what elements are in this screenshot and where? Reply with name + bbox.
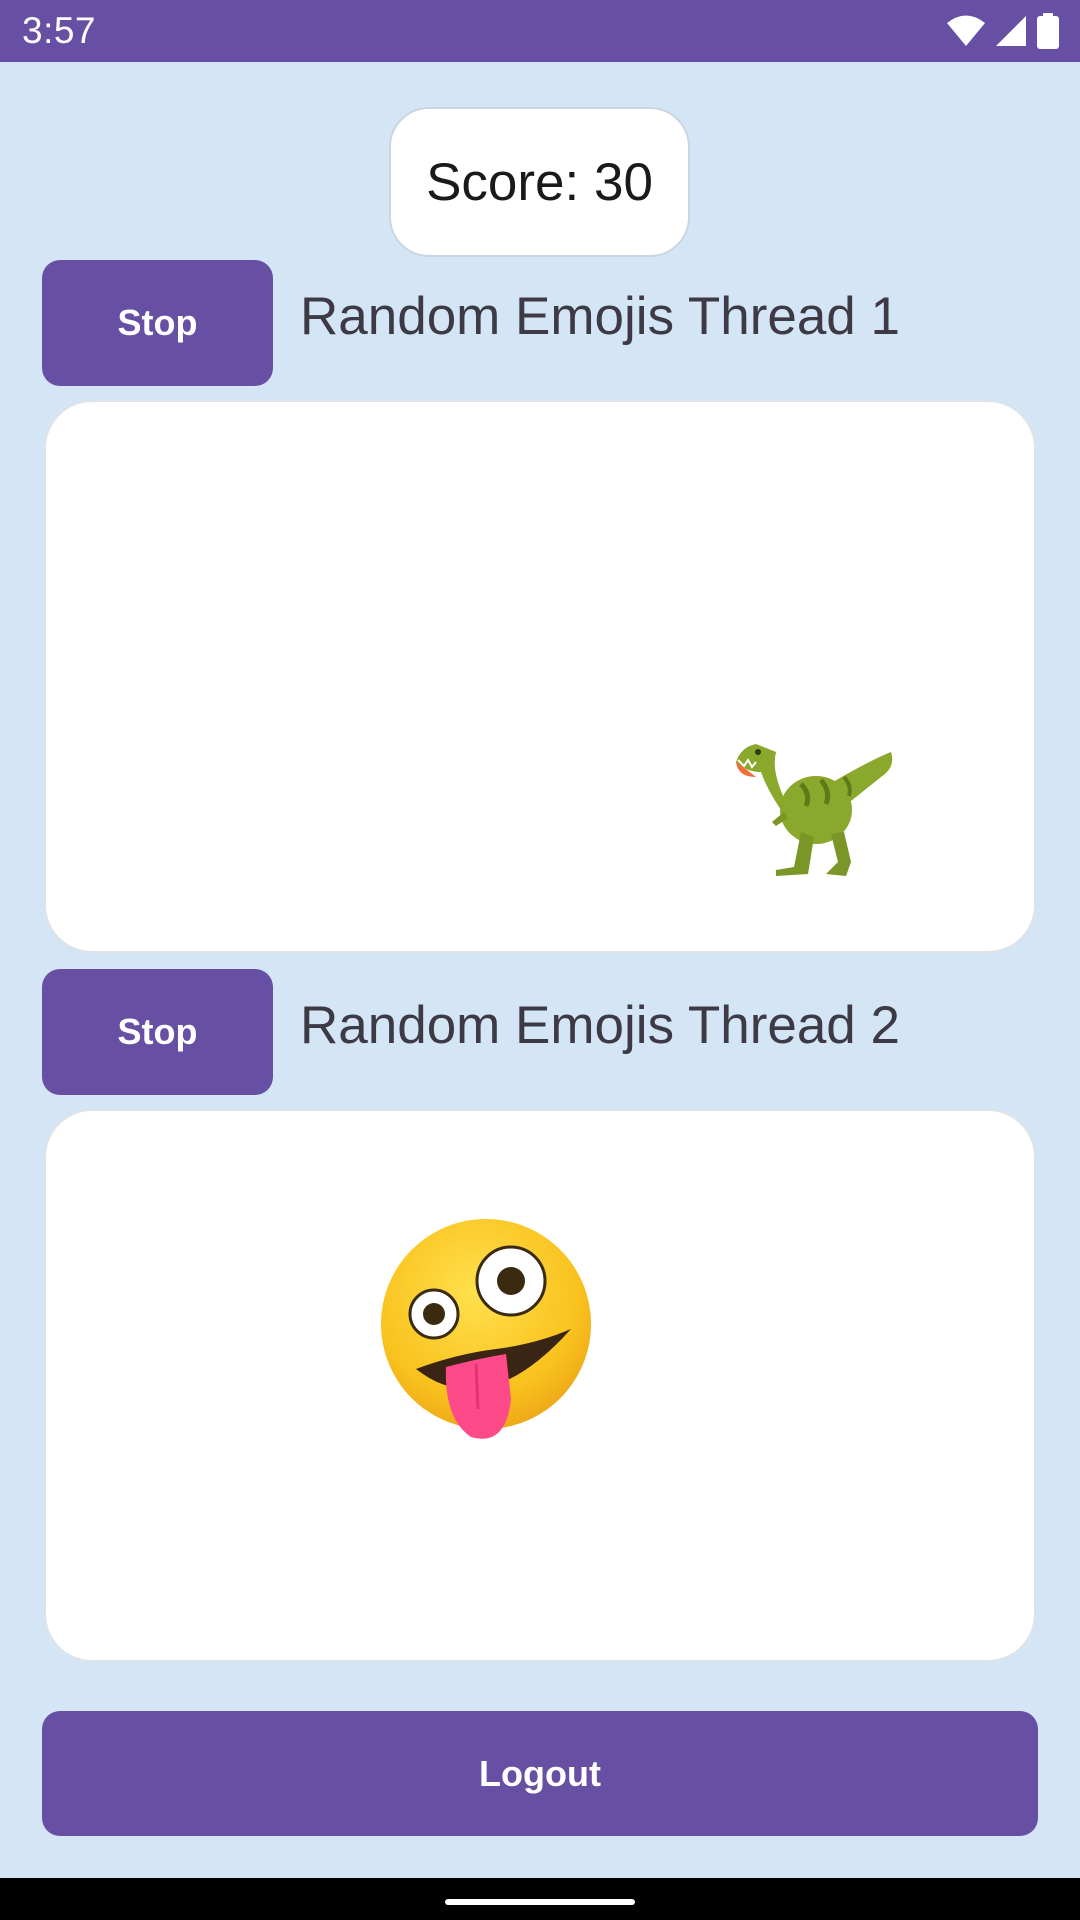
- stop-button-thread-2[interactable]: Stop: [42, 969, 273, 1095]
- battery-icon: [1036, 13, 1060, 54]
- home-gesture-handle[interactable]: [445, 1899, 635, 1905]
- score-display: Score: 30: [389, 107, 690, 257]
- emoji-panel-thread-2[interactable]: [44, 1109, 1036, 1662]
- emoji-panel-thread-1[interactable]: [44, 400, 1036, 953]
- status-bar: 3:57: [0, 0, 1080, 62]
- signal-icon: [994, 14, 1028, 53]
- status-icons: [946, 13, 1060, 54]
- status-time: 3:57: [22, 10, 97, 51]
- zany-face-emoji[interactable]: [376, 1219, 596, 1454]
- stop-button-thread-1[interactable]: Stop: [42, 260, 273, 386]
- thread-2-title: Random Emojis Thread 2: [300, 996, 900, 1055]
- logout-button[interactable]: Logout: [42, 1711, 1038, 1836]
- wifi-icon: [946, 14, 986, 53]
- thread-1-title: Random Emojis Thread 1: [300, 287, 900, 346]
- t-rex-emoji[interactable]: [716, 722, 906, 887]
